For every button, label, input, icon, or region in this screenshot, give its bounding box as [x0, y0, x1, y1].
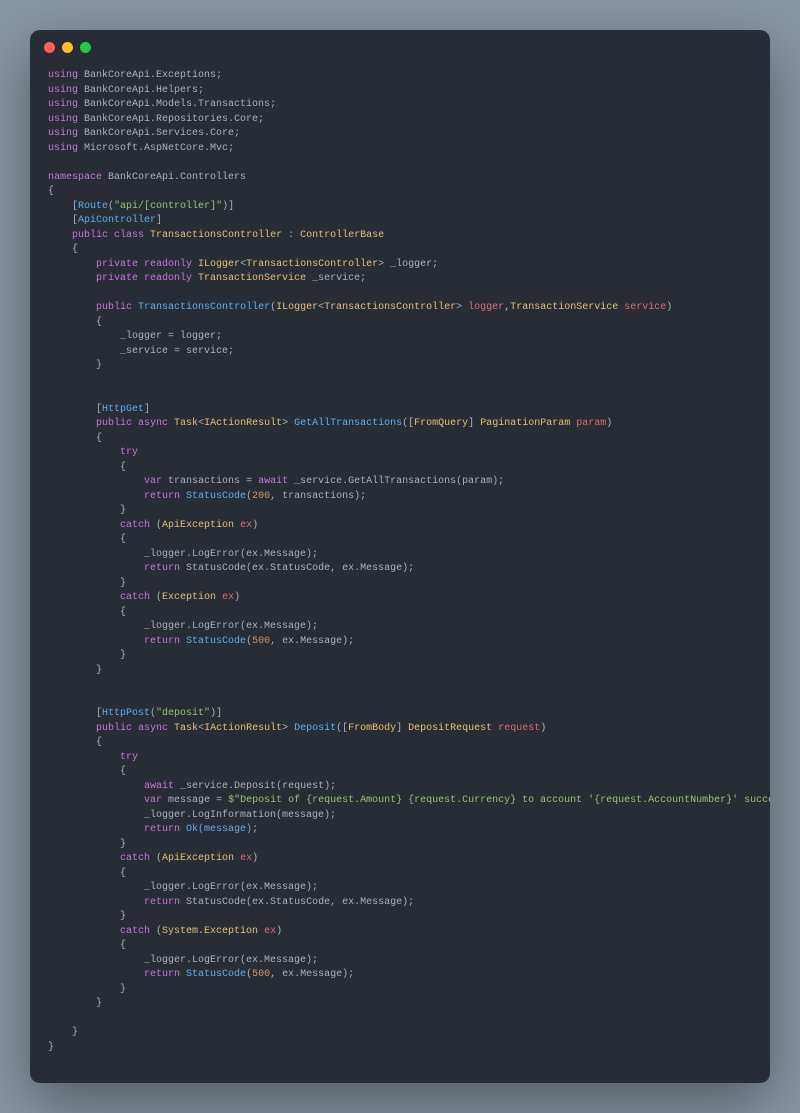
m1vn: transactions [168, 476, 240, 487]
m1r3: return [144, 636, 180, 647]
f2n: _service [312, 273, 360, 284]
m2e1t: ApiException [162, 853, 234, 864]
cp1n: logger [468, 302, 504, 313]
m1gen: IActionResult [204, 418, 282, 429]
titlebar [30, 30, 770, 65]
m2try: try [120, 752, 138, 763]
m2c1: catch [120, 853, 150, 864]
cp1g: TransactionsController [324, 302, 456, 313]
using-4: BankCoreApi.Services.Core [84, 128, 234, 139]
f1mod: private readonly [96, 259, 192, 270]
m2e2n: ex [264, 926, 276, 937]
m1pn: param [576, 418, 606, 429]
m1attr: HttpGet [102, 404, 144, 415]
m2l1: _logger.LogError(ex.Message); [144, 882, 318, 893]
m1e1t: ApiException [162, 520, 234, 531]
m2mod: public async [96, 723, 168, 734]
close-icon[interactable] [44, 42, 55, 53]
m2log: _logger.LogInformation(message); [144, 810, 336, 821]
m2e1n: ex [240, 853, 252, 864]
m1sc3: StatusCode [186, 636, 246, 647]
m2pt: DepositRequest [408, 723, 492, 734]
m1ret: Task [174, 418, 198, 429]
m1l2: _logger.LogError(ex.Message); [144, 621, 318, 632]
m2attr: HttpPost [102, 708, 150, 719]
m1l1: _logger.LogError(ex.Message); [144, 549, 318, 560]
f1n: _logger [390, 259, 432, 270]
m2sc2: StatusCode(ex.StatusCode, ex.Message) [186, 897, 408, 908]
api-attr: ApiController [78, 215, 156, 226]
m2sc3a: 500 [252, 969, 270, 980]
m2attrv: "deposit" [156, 708, 210, 719]
code-window: using BankCoreApi.Exceptions; using Bank… [30, 30, 770, 1083]
f2t: TransactionService [198, 273, 306, 284]
m1mod: public async [96, 418, 168, 429]
cp2t: TransactionService [510, 302, 618, 313]
base-class: ControllerBase [300, 230, 384, 241]
code-content: using BankCoreApi.Exceptions; using Bank… [30, 65, 770, 1083]
maximize-icon[interactable] [80, 42, 91, 53]
cb1: _logger = logger; [120, 331, 222, 342]
using-2: BankCoreApi.Models.Transactions [84, 99, 270, 110]
ctor-name: TransactionsController [138, 302, 270, 313]
m2aw: await [144, 781, 174, 792]
m2vn: message [168, 795, 210, 806]
m1v: var [144, 476, 162, 487]
m2r3: return [144, 969, 180, 980]
m2c2: catch [120, 926, 150, 937]
m2pa: FromBody [348, 723, 396, 734]
m2sc3: StatusCode [186, 969, 246, 980]
m1sc3b: ex.Message [282, 636, 342, 647]
m2e2t: System.Exception [162, 926, 258, 937]
minimize-icon[interactable] [62, 42, 73, 53]
f1t: ILogger [198, 259, 240, 270]
m1e2t: Exception [162, 592, 216, 603]
m1call: _service.GetAllTransactions(param) [294, 476, 498, 487]
m2pn: request [498, 723, 540, 734]
cb2: _service = service; [120, 346, 234, 357]
m1sc1: StatusCode [186, 491, 246, 502]
m2r2: return [144, 897, 180, 908]
f1g: TransactionsController [246, 259, 378, 270]
m1sc2: StatusCode(ex.StatusCode, ex.Message) [186, 563, 408, 574]
m2ret: Task [174, 723, 198, 734]
route-val: "api/[controller]" [114, 201, 222, 212]
ctor-mod: public [96, 302, 132, 313]
m2v: var [144, 795, 162, 806]
m2name: Deposit [294, 723, 336, 734]
using-0: BankCoreApi.Exceptions [84, 70, 216, 81]
m2ok: Ok(message) [186, 824, 252, 835]
using-5: Microsoft.AspNetCore.Mvc [84, 143, 228, 154]
m1sc1b: transactions [282, 491, 354, 502]
m1c1: catch [120, 520, 150, 531]
class-kw: public class [72, 230, 144, 241]
m1sc3a: 500 [252, 636, 270, 647]
m2r1: return [144, 824, 180, 835]
m1e2n: ex [222, 592, 234, 603]
cp1t: ILogger [276, 302, 318, 313]
route-attr: Route [78, 201, 108, 212]
m1aw: await [258, 476, 288, 487]
m1pa: FromQuery [414, 418, 468, 429]
using-1: BankCoreApi.Helpers [84, 85, 198, 96]
using-3: BankCoreApi.Repositories.Core [84, 114, 258, 125]
m1r2: return [144, 563, 180, 574]
m1pt: PaginationParam [480, 418, 570, 429]
m1c2: catch [120, 592, 150, 603]
m2gen: IActionResult [204, 723, 282, 734]
cp2n: service [624, 302, 666, 313]
f2mod: private readonly [96, 273, 192, 284]
m1e1n: ex [240, 520, 252, 531]
m2sc3b: ex.Message [282, 969, 342, 980]
m2str: $"Deposit of {request.Amount} {request.C… [228, 795, 770, 806]
class-name: TransactionsController [150, 230, 282, 241]
m2call: _service.Deposit(request) [180, 781, 330, 792]
m1sc1a: 200 [252, 491, 270, 502]
m1name: GetAllTransactions [294, 418, 402, 429]
m1try: try [120, 447, 138, 458]
m2l2: _logger.LogError(ex.Message); [144, 955, 318, 966]
m1r1: return [144, 491, 180, 502]
namespace: BankCoreApi.Controllers [108, 172, 246, 183]
